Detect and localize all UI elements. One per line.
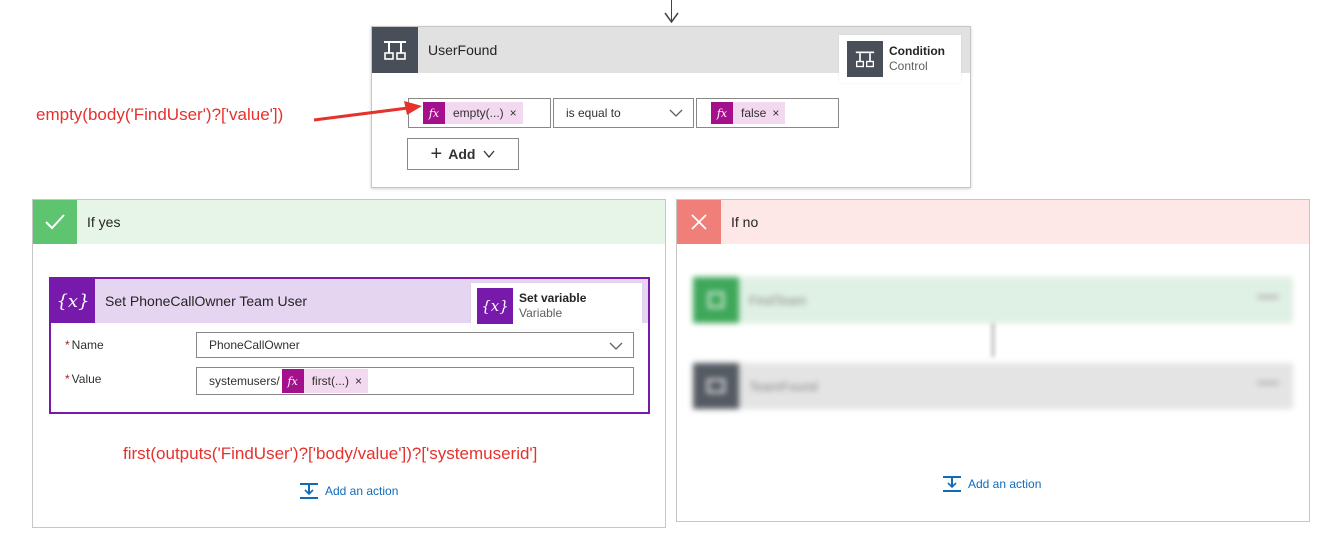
condition-icon — [372, 27, 418, 73]
tooltip-subtitle: Variable — [519, 306, 563, 320]
required-mark: * — [65, 372, 70, 386]
blurred-step-teamfound[interactable]: TeamFound — [693, 363, 1293, 409]
annotation-arrow-icon — [313, 101, 422, 122]
connector-arrow-icon — [664, 12, 679, 24]
add-action-label: Add an action — [968, 477, 1042, 491]
close-icon — [677, 200, 721, 244]
token-label: false — [741, 106, 767, 120]
tooltip-subtitle: Control — [889, 59, 928, 73]
condition-icon — [693, 363, 739, 409]
name-label-text: Name — [71, 338, 104, 352]
flow-designer-canvas: UserFound Condition Control fx empty(...… — [0, 0, 1327, 535]
blurred-step-findteam[interactable]: FindTeam — [693, 277, 1293, 323]
yes-branch-label: If yes — [87, 214, 121, 230]
set-variable-tooltip: {x} Set variable Variable — [471, 283, 642, 329]
condition-tooltip-icon — [847, 41, 883, 77]
blurred-step-label: FindTeam — [749, 292, 807, 308]
add-action-icon — [300, 483, 318, 499]
condition-right-operand[interactable]: fx false × — [696, 98, 839, 128]
condition-left-operand[interactable]: fx empty(...) × — [408, 98, 551, 128]
token-label: empty(...) — [453, 106, 504, 120]
no-branch: If no FindTeam TeamFound Add an action — [676, 199, 1310, 522]
set-variable-title: Set PhoneCallOwner Team User — [105, 293, 308, 309]
tooltip-title: Set variable — [519, 291, 587, 305]
connector-line — [992, 323, 994, 357]
add-condition-button[interactable]: + Add — [407, 138, 519, 170]
set-variable-header[interactable]: {x} Set PhoneCallOwner Team User {x} Set… — [51, 279, 648, 329]
checkmark-icon — [33, 200, 77, 244]
token-label: first(...) — [311, 374, 350, 388]
condition-tooltip: Condition Control — [839, 35, 961, 83]
variable-icon: {x} — [51, 279, 95, 323]
fx-icon: fx — [281, 369, 304, 393]
add-action-link-no[interactable]: Add an action — [942, 474, 1041, 494]
variable-name-value: PhoneCallOwner — [209, 338, 300, 352]
value-label: * Value — [65, 372, 101, 386]
remove-token-icon[interactable]: × — [772, 106, 785, 120]
value-expression-annotation: first(outputs('FindUser')?['body/value']… — [123, 444, 538, 463]
fx-icon: fx — [423, 102, 445, 124]
expression-token[interactable]: fx false × — [711, 102, 786, 124]
blurred-step-label: TeamFound — [749, 378, 818, 394]
required-mark: * — [65, 338, 70, 352]
chevron-down-icon — [609, 342, 623, 350]
expression-token[interactable]: fx first(...) × — [281, 369, 369, 393]
chevron-down-icon — [483, 150, 495, 159]
yes-branch: If yes {x} Set PhoneCallOwner Team User … — [32, 199, 666, 528]
remove-token-icon[interactable]: × — [355, 374, 368, 388]
add-button-label: Add — [448, 146, 476, 162]
name-label: * Name — [65, 338, 104, 352]
variable-name-select[interactable]: PhoneCallOwner — [196, 332, 634, 358]
more-options-icon[interactable] — [1257, 295, 1279, 299]
plus-icon: + — [430, 143, 443, 165]
set-variable-card[interactable]: {x} Set PhoneCallOwner Team User {x} Set… — [49, 277, 650, 414]
condition-header[interactable]: UserFound Condition Control — [372, 27, 970, 83]
value-label-text: Value — [71, 372, 102, 386]
add-action-link-yes[interactable]: Add an action — [299, 481, 398, 501]
condition-card[interactable]: UserFound Condition Control fx empty(...… — [371, 26, 971, 188]
remove-token-icon[interactable]: × — [510, 106, 523, 120]
fx-icon: fx — [711, 102, 733, 124]
dataverse-icon — [693, 277, 739, 323]
condition-operator-select[interactable]: is equal to — [553, 98, 694, 128]
tooltip-title: Condition — [889, 44, 945, 58]
yes-branch-header[interactable]: If yes — [33, 200, 665, 244]
value-prefix-text: systemusers/ — [209, 374, 280, 388]
expression-token[interactable]: fx empty(...) × — [423, 102, 523, 124]
more-options-icon[interactable] — [1257, 381, 1279, 385]
add-action-icon — [943, 476, 961, 492]
no-branch-label: If no — [731, 214, 759, 230]
chevron-down-icon — [669, 109, 683, 117]
variable-value-input[interactable]: systemusers/ fx first(...) × — [196, 367, 634, 395]
condition-title: UserFound — [428, 42, 498, 58]
operator-value: is equal to — [566, 106, 621, 120]
tooltip-variable-icon: {x} — [477, 288, 513, 324]
condition-expression-annotation: empty(body('FindUser')?['value']) — [36, 105, 284, 124]
add-action-label: Add an action — [325, 484, 399, 498]
no-branch-header[interactable]: If no — [677, 200, 1309, 244]
